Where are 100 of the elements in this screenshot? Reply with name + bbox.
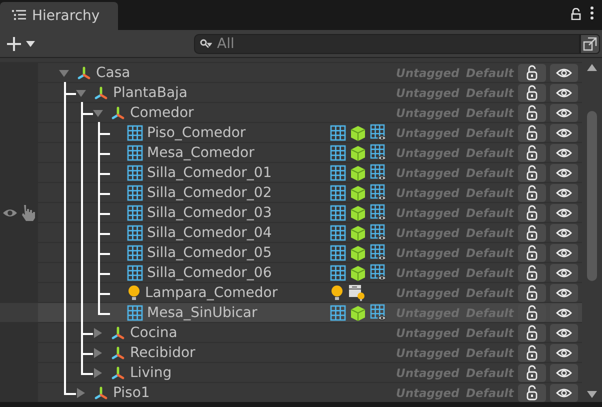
lock-button[interactable] xyxy=(518,264,546,282)
more-icon[interactable] xyxy=(590,6,594,20)
lock-button[interactable] xyxy=(518,304,546,322)
visibility-button[interactable] xyxy=(550,284,578,302)
object-name[interactable]: Silla_Comedor_05 xyxy=(147,244,272,260)
object-name[interactable]: Cocina xyxy=(130,324,178,340)
expand-arrow[interactable] xyxy=(92,346,104,358)
expand-arrow[interactable] xyxy=(92,326,104,338)
lock-button[interactable] xyxy=(518,364,546,382)
grid-icon xyxy=(330,244,346,260)
popout-button[interactable] xyxy=(580,34,600,54)
lock-button[interactable] xyxy=(518,64,546,82)
object-name[interactable]: PlantaBaja xyxy=(113,84,188,100)
lock-icon xyxy=(526,84,538,100)
eye-icon xyxy=(556,286,572,298)
visibility-button[interactable] xyxy=(550,264,578,282)
cube-icon xyxy=(350,224,366,240)
lock-icon xyxy=(526,244,538,260)
grid-icon xyxy=(330,164,346,180)
cube-icon xyxy=(350,304,366,320)
lock-button[interactable] xyxy=(518,284,546,302)
lock-button[interactable] xyxy=(518,104,546,122)
lock-button[interactable] xyxy=(518,144,546,162)
expand-arrow[interactable] xyxy=(92,366,104,378)
expand-arrow[interactable] xyxy=(75,386,87,398)
lock-button[interactable] xyxy=(518,324,546,342)
visibility-icon[interactable] xyxy=(2,206,18,218)
lock-icon xyxy=(526,144,538,160)
object-name[interactable]: Lampara_Comedor xyxy=(145,284,278,300)
lock-icon xyxy=(526,204,538,220)
lock-button[interactable] xyxy=(518,344,546,362)
cube-icon xyxy=(350,204,366,220)
eye-icon xyxy=(556,326,572,338)
eye-icon xyxy=(556,66,572,78)
visibility-button[interactable] xyxy=(550,184,578,202)
object-name[interactable]: Living xyxy=(130,364,172,380)
visibility-button[interactable] xyxy=(550,104,578,122)
visibility-button[interactable] xyxy=(550,324,578,342)
object-name[interactable]: Silla_Comedor_01 xyxy=(147,164,272,180)
lock-button[interactable] xyxy=(518,224,546,242)
eye-icon xyxy=(556,126,572,138)
eye-icon xyxy=(556,106,572,118)
plus-icon xyxy=(6,36,22,52)
popout-icon xyxy=(583,36,597,50)
lock-button[interactable] xyxy=(518,384,546,402)
caret-icon xyxy=(26,40,35,46)
lock-button[interactable] xyxy=(518,124,546,142)
cube-icon xyxy=(350,144,366,160)
cube-icon xyxy=(350,184,366,200)
lock-icon xyxy=(526,124,538,140)
scrollbar-thumb[interactable] xyxy=(587,111,597,281)
lock-button[interactable] xyxy=(518,84,546,102)
bulb-icon xyxy=(330,284,344,300)
object-name[interactable]: Casa xyxy=(96,64,130,80)
grid-eye-icon xyxy=(370,144,387,161)
lock-button[interactable] xyxy=(518,184,546,202)
object-name[interactable]: Silla_Comedor_03 xyxy=(147,204,272,220)
lock-button[interactable] xyxy=(518,244,546,262)
lock-icon xyxy=(526,364,538,380)
object-name[interactable]: Silla_Comedor_02 xyxy=(147,184,272,200)
lock-icon xyxy=(526,224,538,240)
scroll-down-icon[interactable] xyxy=(587,391,597,398)
grid-eye-icon xyxy=(370,164,387,181)
visibility-button[interactable] xyxy=(550,384,578,402)
eye-icon xyxy=(556,86,572,98)
hierarchy-tab[interactable]: Hierarchy xyxy=(0,2,118,30)
lock-icon[interactable] xyxy=(570,8,582,20)
lock-button[interactable] xyxy=(518,204,546,222)
visibility-button[interactable] xyxy=(550,164,578,182)
visibility-button[interactable] xyxy=(550,64,578,82)
visibility-button[interactable] xyxy=(550,304,578,322)
object-name[interactable]: Silla_Comedor_04 xyxy=(147,224,272,240)
object-name[interactable]: Piso1 xyxy=(113,384,150,400)
visibility-button[interactable] xyxy=(550,204,578,222)
object-name[interactable]: Piso_Comedor xyxy=(147,124,246,140)
visibility-button[interactable] xyxy=(550,344,578,362)
object-name[interactable]: Mesa_Comedor xyxy=(147,144,254,160)
eye-icon xyxy=(556,206,572,218)
visibility-button[interactable] xyxy=(550,244,578,262)
lock-icon xyxy=(526,324,538,340)
visibility-button[interactable] xyxy=(550,124,578,142)
grid-eye-icon xyxy=(370,304,387,321)
lock-icon xyxy=(526,304,538,320)
grid-icon xyxy=(330,264,346,280)
object-name[interactable]: Comedor xyxy=(130,104,194,120)
search-field[interactable]: All xyxy=(194,34,580,54)
cube-icon xyxy=(350,244,366,260)
eye-icon xyxy=(556,186,572,198)
cube-icon xyxy=(350,124,366,140)
grid-eye-icon xyxy=(370,204,387,221)
visibility-button[interactable] xyxy=(550,144,578,162)
lock-button[interactable] xyxy=(518,164,546,182)
pick-icon[interactable] xyxy=(20,204,36,221)
scroll-up-icon[interactable] xyxy=(587,64,597,71)
visibility-button[interactable] xyxy=(550,224,578,242)
visibility-button[interactable] xyxy=(550,364,578,382)
visibility-button[interactable] xyxy=(550,84,578,102)
object-name[interactable]: Mesa_SinUbicar xyxy=(147,304,258,320)
object-name[interactable]: Recibidor xyxy=(130,344,196,360)
object-name[interactable]: Silla_Comedor_06 xyxy=(147,264,272,280)
